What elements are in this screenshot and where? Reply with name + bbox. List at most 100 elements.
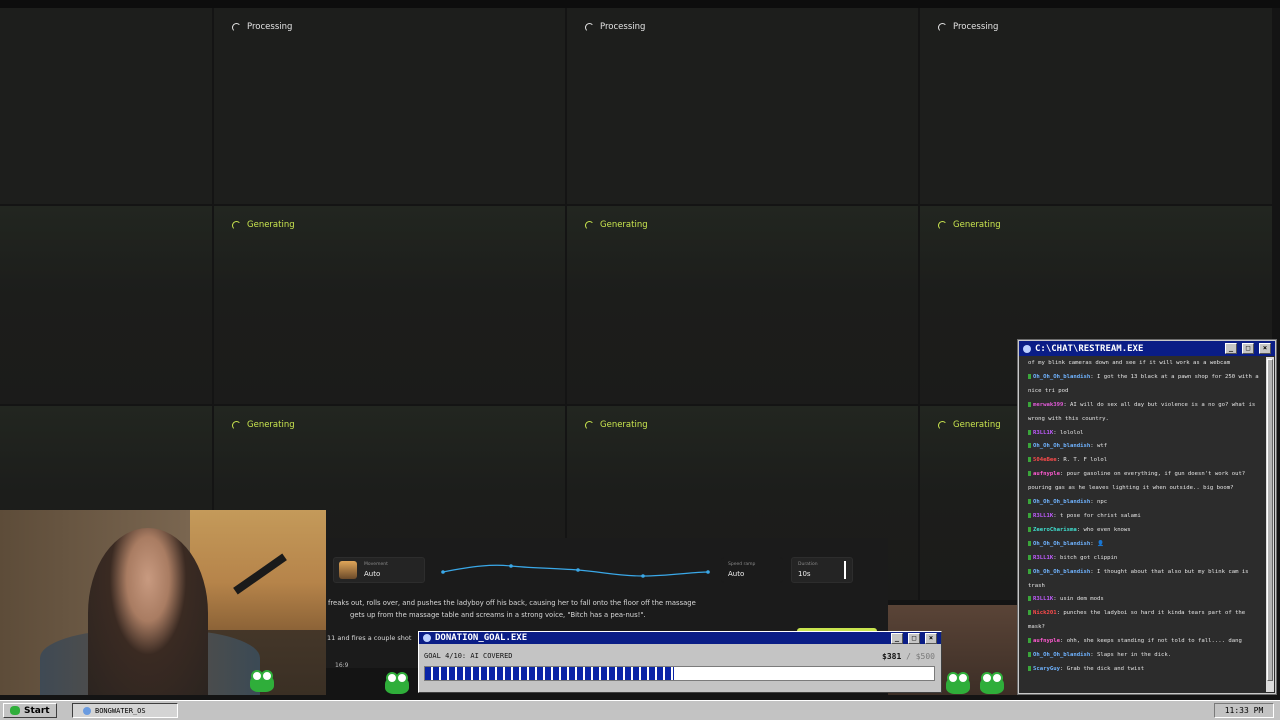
- badge-icon: [1028, 610, 1031, 616]
- chat-message: Nick201: punches the ladyboi so hard it …: [1028, 607, 1259, 635]
- system-clock: 11:33 PM: [1214, 703, 1274, 718]
- scrollbar-thumb[interactable]: [1267, 359, 1273, 681]
- duration-slider-handle[interactable]: [844, 561, 846, 579]
- motion-curve[interactable]: [433, 558, 713, 582]
- spinner-icon: [938, 420, 947, 430]
- grid-cell[interactable]: Processing: [214, 8, 565, 204]
- spinner-icon: [938, 22, 947, 32]
- donation-progress-fill: [425, 667, 675, 680]
- badge-icon: [1028, 443, 1031, 449]
- badge-icon: [1028, 638, 1031, 644]
- chat-username[interactable]: R3LL1K: [1033, 513, 1053, 519]
- chat-username[interactable]: Oh_Oh_Oh_blandish: [1033, 499, 1090, 505]
- prompt-text[interactable]: freaks out, rolls over, and pushes the l…: [328, 598, 708, 621]
- spinner-icon: [585, 420, 594, 430]
- speed-ramp-select[interactable]: Speed ramp Auto: [721, 557, 783, 583]
- chat-username[interactable]: ZeeroCharisma: [1033, 527, 1077, 533]
- status-generating: Generating: [232, 420, 295, 430]
- chat-titlebar[interactable]: C:\CHAT\RESTREAM.EXE _ □ ×: [1019, 341, 1275, 356]
- chat-username[interactable]: R3LL1K: [1033, 430, 1053, 436]
- spinner-icon: [232, 220, 241, 230]
- badge-icon: [1028, 471, 1031, 477]
- chat-text: : AI will do sex all day but violence is…: [1028, 401, 1256, 422]
- chat-username[interactable]: Oh_Oh_Oh_blandish: [1033, 569, 1090, 575]
- donation-titlebar[interactable]: DONATION_GOAL.EXE _ □ ×: [419, 632, 941, 644]
- status-processing: Processing: [938, 22, 998, 32]
- chat-text: : 👤: [1090, 540, 1104, 547]
- frog-icon: [250, 670, 274, 692]
- status-processing: Processing: [232, 22, 292, 32]
- chat-message: Oh_Oh_Oh_blandish: npc: [1028, 496, 1259, 510]
- badge-icon: [1028, 554, 1031, 560]
- close-icon[interactable]: ×: [1259, 343, 1271, 354]
- maximize-icon[interactable]: □: [1242, 343, 1254, 354]
- chat-username[interactable]: Oh_Oh_Oh_blandish: [1033, 652, 1090, 658]
- chat-username[interactable]: Oh_Oh_Oh_blandish: [1033, 443, 1090, 449]
- movement-select[interactable]: Movement Auto: [333, 557, 425, 583]
- grid-cell[interactable]: Processing: [920, 8, 1272, 204]
- chat-message: Oh_Oh_Oh_blandish: I got the 13 black at…: [1028, 371, 1259, 399]
- curve-graph: [441, 564, 710, 578]
- status-processing: Processing: [585, 22, 645, 32]
- chat-username[interactable]: ScaryGuy: [1033, 666, 1060, 672]
- chat-text: : pour gasoline on everything, if gun do…: [1028, 471, 1246, 492]
- grid-cell[interactable]: Generating: [567, 206, 918, 404]
- grid-cell[interactable]: Generating: [214, 206, 565, 404]
- chat-text: : bitch got clippin: [1053, 554, 1118, 561]
- chat-username[interactable]: R3LL1K: [1033, 596, 1053, 602]
- webcam-feed: [0, 510, 326, 695]
- chat-username[interactable]: Oh_Oh_Oh_blandish: [1033, 541, 1090, 547]
- chat-username[interactable]: merwak399: [1033, 402, 1063, 408]
- chat-text: of my blink cameras down and see if it w…: [1028, 360, 1231, 366]
- duration-select[interactable]: Duration 10s: [791, 557, 853, 583]
- chat-username[interactable]: aufnyple: [1033, 471, 1060, 477]
- badge-icon: [1028, 540, 1031, 546]
- close-icon[interactable]: ×: [925, 632, 937, 644]
- chat-scrollbar[interactable]: [1266, 357, 1274, 692]
- chat-username[interactable]: Oh_Oh_Oh_blandish: [1033, 374, 1090, 380]
- badge-icon: [1028, 665, 1031, 671]
- app-icon: [423, 634, 431, 642]
- chat-username[interactable]: Nick201: [1033, 610, 1057, 616]
- chat-message: R3LL1K: bitch got clippin: [1028, 552, 1259, 566]
- chat-username[interactable]: 504eBee: [1033, 457, 1057, 463]
- spinner-icon: [232, 420, 241, 430]
- frog-logo-icon: [10, 706, 20, 715]
- chat-message: Oh_Oh_Oh_blandish: wtf: [1028, 440, 1259, 454]
- status-generating: Generating: [938, 420, 1001, 430]
- badge-icon: [1028, 429, 1031, 435]
- chat-username[interactable]: aufnyple: [1033, 638, 1060, 644]
- chat-text: : R. T. F lolol: [1056, 457, 1108, 464]
- start-button[interactable]: Start: [3, 703, 57, 718]
- spinner-icon: [938, 220, 947, 230]
- aspect-ratio[interactable]: 16:9: [335, 662, 348, 669]
- donation-goal-window: DONATION_GOAL.EXE _ □ × GOAL 4/10: AI CO…: [418, 631, 942, 693]
- grid-cell-blank: [0, 8, 212, 204]
- chat-message: Oh_Oh_Oh_blandish: I thought about that …: [1028, 566, 1259, 594]
- taskbar-item[interactable]: BONGWATER_OS: [72, 703, 178, 718]
- chat-username[interactable]: R3LL1K: [1033, 555, 1053, 561]
- chat-text: : who even knows: [1076, 526, 1131, 533]
- grid-cell[interactable]: Processing: [567, 8, 918, 204]
- chat-message: 504eBee: R. T. F lolol: [1028, 454, 1259, 468]
- chat-message: aufnyple: pour gasoline on everything, i…: [1028, 468, 1259, 496]
- prompt-text-extra: 11 and fires a couple shot: [327, 634, 412, 642]
- chat-text: : ohh, she keeps standing if not told to…: [1059, 638, 1242, 645]
- chat-messages[interactable]: of my blink cameras down and see if it w…: [1019, 357, 1265, 693]
- chat-text: : Slaps her in the dick.: [1090, 652, 1172, 659]
- donation-progress-bar: [424, 666, 935, 681]
- grid-cell-blank: [0, 206, 212, 404]
- frog-icon: [385, 672, 409, 694]
- top-strip: [0, 0, 1280, 8]
- app-icon: [83, 706, 91, 715]
- status-generating: Generating: [585, 220, 648, 230]
- minimize-icon[interactable]: _: [1225, 343, 1237, 354]
- thumbnail-icon: [339, 561, 357, 579]
- chat-message: Oh_Oh_Oh_blandish: 👤: [1028, 538, 1259, 552]
- streamer: [88, 528, 208, 695]
- taskbar: Start BONGWATER_OS 11:33 PM: [0, 700, 1280, 720]
- minimize-icon[interactable]: _: [891, 632, 903, 644]
- chat-message: aufnyple: ohh, she keeps standing if not…: [1028, 635, 1259, 649]
- maximize-icon[interactable]: □: [908, 632, 920, 644]
- chat-text: : Grab the dick and twist: [1059, 665, 1145, 672]
